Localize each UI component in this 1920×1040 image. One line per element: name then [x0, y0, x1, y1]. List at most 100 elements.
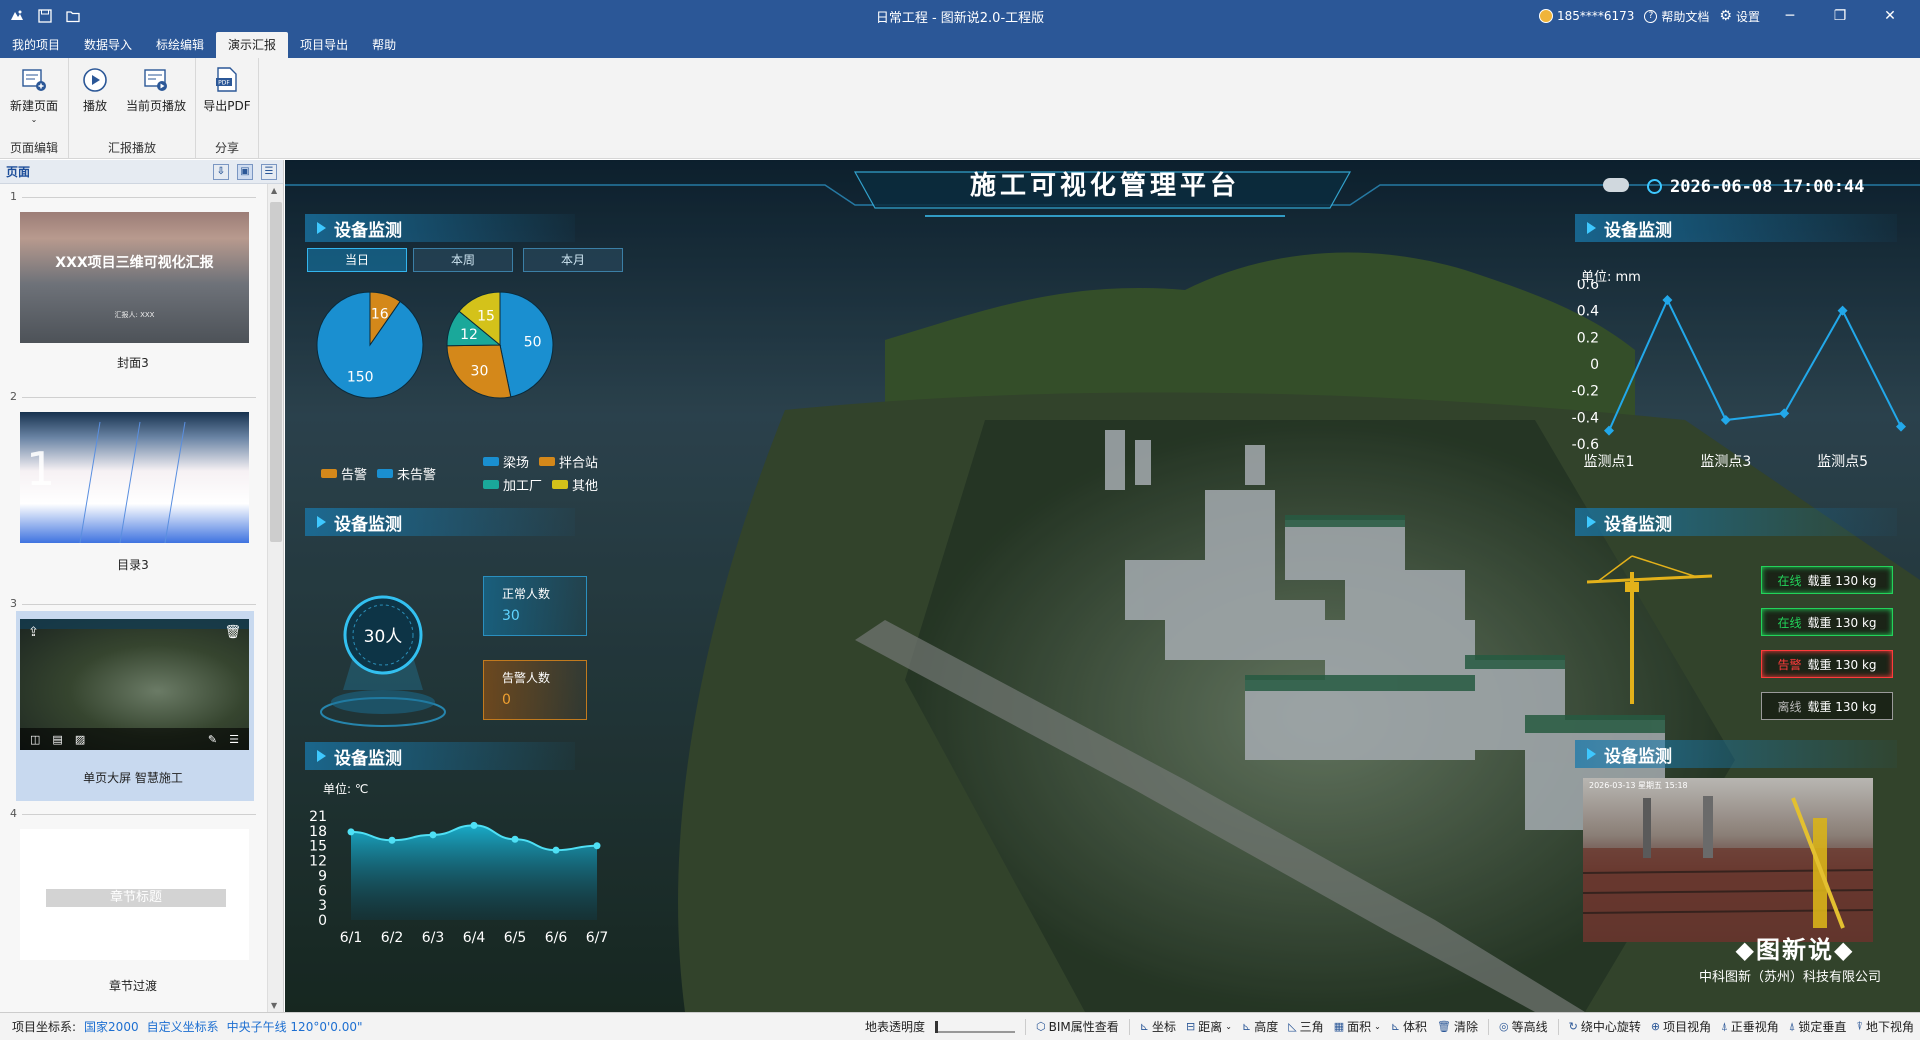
ribbon-group-page-edit: 新建页面 ⌄ 页面编辑	[0, 58, 69, 158]
legend-swatch	[483, 480, 499, 489]
coord-system-label: 项目坐标系:	[12, 1020, 77, 1034]
tab-today[interactable]: 当日	[307, 248, 407, 272]
menu-icon[interactable]: ☰	[229, 733, 239, 746]
status-text: 在线	[1777, 615, 1802, 630]
triangle-tool[interactable]: ◺ 三角	[1288, 1018, 1323, 1035]
lock-vertical-tool[interactable]: ⍋ 锁定垂直	[1789, 1018, 1847, 1035]
scroll-up-icon[interactable]: ▲	[271, 186, 277, 195]
status-text: 告警	[1777, 657, 1802, 672]
layout-icon[interactable]: ◫	[30, 733, 40, 746]
list-view-icon[interactable]: ☰	[261, 163, 277, 180]
gear-icon: ⚙	[1719, 8, 1732, 24]
datetime: 2026-06-08 17:00:44	[1670, 177, 1865, 197]
play-button[interactable]: 播放	[73, 66, 117, 114]
page-item-1[interactable]: 1 XXX项目三维可视化汇报 汇报人: XXX 封面3	[0, 184, 266, 384]
crane-status-badge: 告警 载重 130 kg	[1761, 650, 1893, 678]
legend-item: 拌合站	[539, 452, 598, 471]
dashboard-title: 施工可视化管理平台	[969, 171, 1240, 201]
divider	[1488, 1018, 1490, 1035]
menu-data-import[interactable]: 数据导入	[72, 32, 144, 58]
transparency-slider[interactable]	[935, 1020, 1016, 1033]
lock-icon: ⍋	[1788, 1019, 1796, 1033]
area-point	[511, 835, 519, 843]
normal-count-box: 正常人数 30	[483, 576, 587, 636]
area-tool[interactable]: ▦ 面积 ⌄	[1334, 1018, 1381, 1035]
page-thumbnail: 章节标题	[20, 829, 249, 960]
legend-swatch	[483, 457, 499, 466]
menu-presentation[interactable]: 演示汇报	[216, 32, 289, 58]
page-item-3[interactable]: 3 ⇪ 🗑 ◫ ▤ ▨ ✎ ☰ 单页大屏 智慧施工	[0, 591, 266, 801]
delete-icon[interactable]: 🗑	[224, 625, 241, 640]
play-current-page-label: 当前页播放	[125, 99, 186, 113]
export-pdf-label: 导出PDF	[203, 99, 251, 113]
pie-data-label: 16	[371, 307, 389, 323]
line-point	[1837, 305, 1848, 316]
project-view-tool[interactable]: ⊕ 项目视角	[1651, 1018, 1711, 1035]
panel-title-device-monitor-3: 设备监测	[305, 742, 575, 770]
central-meridian-link[interactable]: 中央子午线 120°0'0.00"	[227, 1018, 363, 1035]
vip-badge-icon	[1538, 9, 1553, 23]
menu-plot-edit[interactable]: 标绘编辑	[144, 32, 216, 58]
page-list-scrollbar[interactable]: ▲ ▼	[267, 184, 283, 1012]
tab-this-month[interactable]: 本月	[523, 248, 623, 272]
user-account[interactable]: 185****6173	[1538, 9, 1634, 23]
import-page-icon[interactable]: ⇩	[213, 163, 229, 180]
legend-swatch	[539, 457, 556, 466]
camera-feed[interactable]: 2026-03-13 星期五 15:18	[1583, 778, 1873, 942]
distance-tool[interactable]: ⊟ 距离 ⌄	[1186, 1018, 1232, 1035]
tool-label: BIM属性查看	[1048, 1020, 1119, 1034]
presentation-stage[interactable]: 施工可视化管理平台 2026-06-08 17:00:44 设备监测 当日 本周…	[285, 160, 1920, 1012]
top-view-tool[interactable]: ⍋ 正垂视角	[1721, 1018, 1779, 1035]
page-label: 目录3	[117, 558, 149, 572]
clear-tool[interactable]: 🗑 清除	[1437, 1018, 1478, 1035]
normal-count-value: 30	[502, 608, 520, 624]
height-tool[interactable]: ⊾ 高度	[1242, 1018, 1278, 1035]
save-icon[interactable]	[36, 7, 54, 25]
menu-my-project[interactable]: 我的项目	[0, 32, 72, 58]
close-button[interactable]: ✕	[1870, 0, 1910, 32]
edit-icon[interactable]: ✎	[208, 733, 217, 746]
coord-cgcs2000-link[interactable]: 国家2000	[84, 1018, 139, 1035]
panel-title-device-monitor-1: 设备监测	[305, 214, 575, 242]
load-text: 载重 130 kg	[1807, 699, 1877, 714]
bim-property-tool[interactable]: ⬡ BIM属性查看	[1036, 1018, 1119, 1035]
volume-tool[interactable]: ⊾ 体积	[1391, 1018, 1427, 1035]
menu-help[interactable]: 帮助	[360, 32, 408, 58]
page-item-2[interactable]: 2 1 目录3	[0, 384, 266, 591]
page-label: 单页大屏 智慧施工	[83, 771, 183, 785]
page-item-4[interactable]: 4 章节标题 章节过渡	[0, 801, 266, 1012]
minimize-button[interactable]: ─	[1770, 0, 1810, 32]
app-logo-icon	[8, 7, 26, 25]
export-pdf-button[interactable]: PDF 导出PDF	[200, 66, 254, 114]
ribbon-group-share: PDF 导出PDF 分享	[196, 58, 259, 158]
scroll-down-icon[interactable]: ▼	[271, 1001, 277, 1010]
tool-label: 锁定垂直	[1798, 1020, 1847, 1034]
restore-button[interactable]: ❐	[1820, 0, 1860, 32]
open-folder-icon[interactable]	[64, 7, 82, 25]
legend-item: 未告警	[377, 464, 436, 483]
tool-label: 坐标	[1152, 1020, 1177, 1034]
scroll-thumb[interactable]	[270, 202, 282, 542]
settings-button[interactable]: ⚙ 设置	[1719, 8, 1760, 25]
area-point	[593, 842, 601, 850]
slider-handle[interactable]	[935, 1020, 939, 1033]
menu-project-export[interactable]: 项目导出	[288, 32, 360, 58]
orbit-tool[interactable]: ↻ 绕中心旋转	[1569, 1018, 1641, 1035]
pie-charts: 16 150 50 30 12 15	[316, 291, 554, 399]
play-current-page-button[interactable]: 当前页播放	[121, 66, 191, 114]
coordinate-tool[interactable]: ⊾ 坐标	[1140, 1018, 1176, 1035]
share-icon[interactable]: ⇪	[28, 625, 39, 640]
x-tick-label: 6/3	[422, 930, 445, 946]
legend-label: 告警	[341, 468, 368, 483]
notes-icon[interactable]: ▤	[52, 733, 62, 746]
tab-this-week[interactable]: 本周	[413, 248, 513, 272]
panel-title-device-monitor-6: 设备监测	[1575, 740, 1897, 768]
line-point	[1720, 415, 1731, 425]
help-docs-button[interactable]: ? 帮助文档	[1644, 8, 1709, 25]
new-page-button[interactable]: 新建页面 ⌄	[4, 66, 64, 124]
thumbnail-view-icon[interactable]: ▣	[237, 163, 253, 180]
underground-view-tool[interactable]: ⍒ 地下视角	[1856, 1018, 1914, 1035]
custom-coord-link[interactable]: 自定义坐标系	[147, 1018, 219, 1035]
contour-tool[interactable]: ◎ 等高线	[1499, 1018, 1548, 1035]
image-icon[interactable]: ▨	[75, 733, 85, 746]
